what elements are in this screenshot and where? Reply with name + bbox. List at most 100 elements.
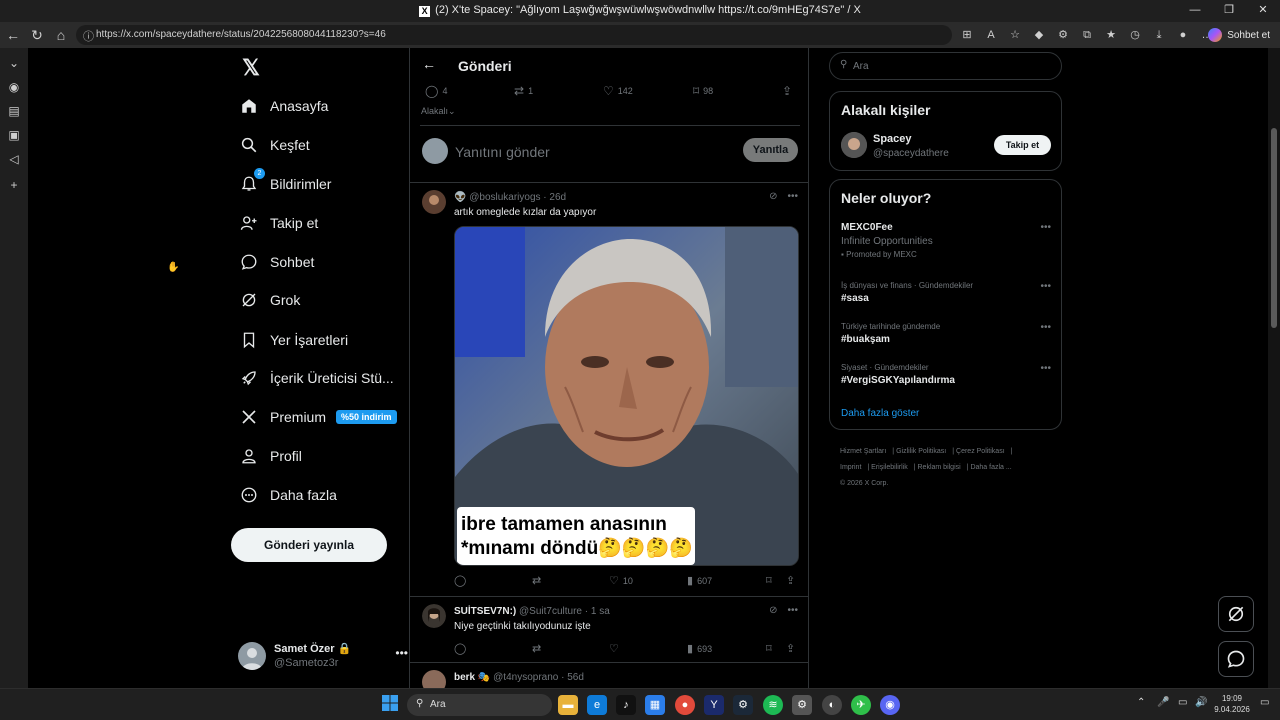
home-button[interactable]: ⌂ — [52, 26, 70, 44]
yandex-icon[interactable]: Y — [704, 695, 724, 715]
footer-link[interactable]: Çerez Politikası — [956, 448, 1005, 455]
reply-input[interactable]: Yanıtını gönder — [455, 144, 550, 160]
sidebar-item-profile[interactable]: Profil — [238, 440, 302, 472]
sidebar-item-follow[interactable]: Takip et — [238, 207, 318, 239]
grok-icon[interactable]: ⊘ — [769, 191, 777, 202]
tweet-media[interactable]: ibre tamamen anasının *mınamı döndü🤔🤔🤔🤔 — [454, 226, 799, 566]
maximize-button[interactable]: ❐ — [1212, 0, 1246, 22]
minimize-button[interactable]: — — [1178, 0, 1212, 22]
discord-icon[interactable]: ◉ — [880, 695, 900, 715]
profile-avatar-icon[interactable]: ● — [1174, 26, 1192, 44]
bookmark-count[interactable]: ⌑ 98 — [693, 84, 713, 98]
taskbar-clock[interactable]: 19:09 9.04.2026 — [1212, 693, 1252, 715]
repost-count[interactable]: ⇄ 1 — [514, 84, 533, 98]
trend-item[interactable]: MEXC0Fee Infinite Opportunities ▪ Promot… — [841, 222, 1051, 259]
sidebar-item-chat[interactable]: Sohbet — [238, 246, 314, 278]
volume-icon[interactable]: 🔊 — [1195, 697, 1207, 708]
tab-icon[interactable]: ▤ — [5, 102, 23, 120]
tiktok-icon[interactable]: ♪ — [616, 695, 636, 715]
taskbar-search[interactable]: ⚲ Ara — [407, 694, 552, 716]
sidebar-item-home[interactable]: Anasayfa — [238, 90, 328, 122]
account-switcher[interactable]: Samet Özer 🔒 @Sametoz3r ••• — [238, 640, 408, 672]
scrollbar-thumb[interactable] — [1271, 128, 1277, 328]
footer-link[interactable]: Daha fazla ... — [970, 464, 1011, 471]
workspace-icon[interactable]: ◉ — [5, 78, 23, 96]
list-item[interactable]: 👽 @boslukariyogs · 26d ⊘ ••• artık omegle… — [410, 182, 808, 596]
reply-action[interactable]: ◯ — [454, 642, 466, 655]
messenger-icon[interactable]: ✈ — [851, 695, 871, 715]
more-icon[interactable]: ••• — [787, 605, 798, 616]
search-input[interactable]: ⚲ Ara — [829, 52, 1062, 80]
share-button[interactable]: ⇪ — [782, 84, 792, 98]
sidebar-item-notifications[interactable]: 2 Bildirimler — [238, 168, 331, 200]
avatar[interactable] — [841, 132, 867, 158]
sidebar-item-creator-studio[interactable]: İçerik Üreticisi Stü... — [238, 362, 394, 394]
page-scrollbar[interactable] — [1268, 48, 1280, 688]
audio-tab-icon[interactable]: ◁ — [5, 150, 23, 168]
sidebar-item-premium[interactable]: Premium %50 indirim — [238, 401, 397, 433]
favorites-icon[interactable]: ★ — [1102, 26, 1120, 44]
list-item[interactable]: SUİTSEV7N:) @Suit7culture · 1 sa ⊘ ••• Ni… — [410, 596, 808, 662]
related-filter[interactable]: Alakalı⌄ — [421, 106, 456, 117]
views-action[interactable]: ▮ 607 — [687, 574, 712, 587]
settings-icon[interactable]: ⚙ — [792, 695, 812, 715]
microphone-icon[interactable]: 🎤 — [1157, 697, 1169, 708]
share-action[interactable]: ⇪ — [786, 574, 795, 587]
reply-count[interactable]: ◯ 4 — [425, 84, 447, 98]
footer-link[interactable]: Imprint — [840, 464, 861, 471]
trend-more-icon[interactable]: ••• — [1040, 363, 1051, 374]
sidebar-item-bookmarks[interactable]: Yer İşaretleri — [238, 324, 348, 356]
footer-link[interactable]: Hizmet Şartları — [840, 448, 886, 455]
split-screen-icon[interactable]: ⧉ — [1078, 26, 1096, 44]
back-arrow-icon[interactable]: ← — [422, 56, 436, 72]
app-icon[interactable]: ◐ — [822, 695, 842, 715]
notifications-icon[interactable]: ▭ — [1260, 697, 1269, 708]
grok-fab[interactable] — [1218, 596, 1254, 632]
x-logo-icon[interactable]: 𝕏 — [239, 56, 263, 80]
account-more-icon[interactable]: ••• — [395, 646, 408, 660]
close-button[interactable]: ✕ — [1246, 0, 1280, 22]
copilot-button[interactable]: Sohbet et — [1208, 26, 1270, 44]
footer-link[interactable]: Reklam bilgisi — [918, 464, 961, 471]
like-action[interactable]: ♡ — [609, 642, 619, 655]
post-button[interactable]: Gönderi yayınla — [231, 528, 387, 562]
chat-fab[interactable] — [1218, 641, 1254, 677]
sidebar-item-explore[interactable]: Keşfet — [238, 129, 310, 161]
trend-more-icon[interactable]: ••• — [1040, 222, 1051, 233]
sidebar-item-more[interactable]: Daha fazla — [238, 479, 337, 511]
views-action[interactable]: ▮ 693 — [687, 642, 712, 655]
read-aloud-icon[interactable]: A — [982, 26, 1000, 44]
extension-icon[interactable]: ◆ — [1030, 26, 1048, 44]
like-count[interactable]: ♡ 142 — [603, 84, 633, 98]
grok-icon[interactable]: ⊘ — [769, 605, 777, 616]
spotify-icon[interactable]: ≋ — [763, 695, 783, 715]
sidebar-item-grok[interactable]: Grok — [238, 284, 300, 316]
start-button[interactable] — [380, 695, 400, 715]
repost-action[interactable]: ⇄ — [532, 642, 541, 655]
footer-link[interactable]: Gizlilik Politikası — [896, 448, 946, 455]
site-info-icon[interactable]: ⓘ — [83, 28, 94, 44]
trend-more-icon[interactable]: ••• — [1040, 322, 1051, 333]
show-more-link[interactable]: Daha fazla göster — [841, 408, 919, 419]
trend-item[interactable]: Siyaset · Gündemdekiler #VergiSGKYapılan… — [841, 363, 1051, 386]
trend-more-icon[interactable]: ••• — [1040, 281, 1051, 292]
reply-button[interactable]: Yanıtla — [743, 138, 798, 162]
reply-action[interactable]: ◯ — [454, 574, 466, 587]
edge-icon[interactable]: e — [587, 695, 607, 715]
downloads-icon[interactable]: ⤓ — [1150, 26, 1168, 44]
steam-icon[interactable]: ⚙ — [733, 695, 753, 715]
back-button[interactable]: ← — [4, 26, 22, 44]
extensions-icon[interactable]: ⚙ — [1054, 26, 1072, 44]
chrome-icon[interactable]: ● — [675, 695, 695, 715]
repost-action[interactable]: ⇄ — [532, 574, 541, 587]
app-available-icon[interactable]: ⊞ — [958, 26, 976, 44]
footer-link[interactable]: Erişilebilirlik — [871, 464, 908, 471]
tray-overflow-icon[interactable]: ⌃ — [1137, 697, 1145, 708]
new-tab-icon[interactable]: + — [5, 176, 23, 194]
url-field[interactable]: ⓘ https://x.com/spaceydathere/status/204… — [76, 25, 952, 45]
network-icon[interactable]: ▭ — [1178, 697, 1187, 708]
like-action[interactable]: ♡ 10 — [609, 574, 633, 587]
store-icon[interactable]: ▦ — [645, 695, 665, 715]
collections-icon[interactable]: ▣ — [5, 126, 23, 144]
follow-button[interactable]: Takip et — [994, 135, 1051, 155]
